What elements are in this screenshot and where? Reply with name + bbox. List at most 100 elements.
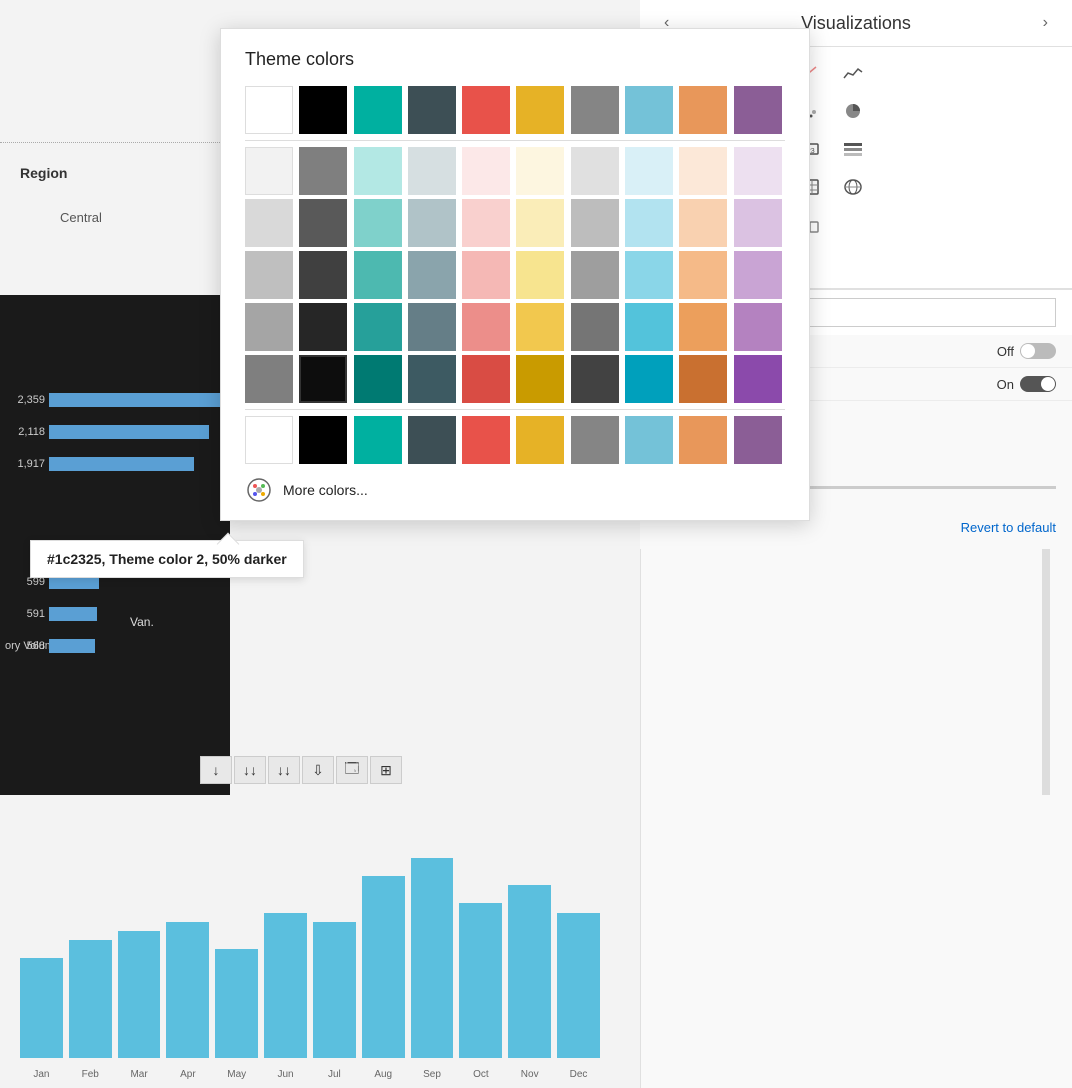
more-colors-row[interactable]: More colors... — [245, 476, 785, 504]
color-swatch[interactable] — [734, 199, 782, 247]
std-color-swatch[interactable] — [571, 416, 619, 464]
toggle-track-on[interactable] — [1020, 376, 1056, 392]
color-swatch[interactable] — [245, 303, 293, 351]
color-swatch[interactable] — [679, 86, 727, 134]
color-swatch[interactable] — [299, 147, 347, 195]
color-swatch[interactable] — [734, 86, 782, 134]
color-swatch[interactable] — [462, 147, 510, 195]
color-swatch[interactable] — [354, 355, 402, 403]
color-swatch[interactable] — [408, 355, 456, 403]
color-swatch[interactable] — [516, 303, 564, 351]
toolbar-btn-1[interactable]: ↓ — [200, 756, 232, 784]
color-swatch[interactable] — [679, 303, 727, 351]
color-swatch[interactable] — [299, 355, 347, 403]
color-swatch[interactable] — [245, 251, 293, 299]
color-swatch[interactable] — [299, 251, 347, 299]
toggle-on[interactable]: On — [997, 376, 1056, 392]
color-swatch[interactable] — [734, 303, 782, 351]
std-color-swatch[interactable] — [245, 416, 293, 464]
theme-tint-row — [245, 303, 785, 351]
toolbar-btn-2[interactable]: ↓↓ — [234, 756, 266, 784]
color-swatch[interactable] — [245, 355, 293, 403]
color-swatch[interactable] — [462, 251, 510, 299]
bar-2 — [49, 425, 209, 439]
color-swatch[interactable] — [571, 251, 619, 299]
std-color-swatch[interactable] — [625, 416, 673, 464]
chart-icon-pie[interactable] — [832, 93, 874, 129]
toolbar-btn-4[interactable]: ⇩ — [302, 756, 334, 784]
bottom-bar-10 — [508, 885, 551, 1058]
color-swatch[interactable] — [679, 199, 727, 247]
color-swatch[interactable] — [516, 147, 564, 195]
color-swatch[interactable] — [462, 199, 510, 247]
color-swatch[interactable] — [354, 199, 402, 247]
color-swatch[interactable] — [354, 303, 402, 351]
std-color-swatch[interactable] — [299, 416, 347, 464]
color-swatch[interactable] — [462, 86, 510, 134]
theme-tint-rows — [245, 147, 785, 403]
color-swatch[interactable] — [354, 86, 402, 134]
color-swatch[interactable] — [679, 251, 727, 299]
month-label-3: Apr — [166, 1069, 209, 1080]
bottom-chart — [0, 808, 620, 1088]
color-swatch[interactable] — [299, 86, 347, 134]
std-color-swatch[interactable] — [354, 416, 402, 464]
toolbar-btn-6[interactable]: ⊞ — [370, 756, 402, 784]
color-swatch[interactable] — [571, 86, 619, 134]
chart-title: Van. — [130, 615, 154, 629]
color-swatch[interactable] — [245, 199, 293, 247]
std-color-swatch[interactable] — [462, 416, 510, 464]
theme-colors-row1 — [245, 86, 785, 134]
color-swatch[interactable] — [299, 199, 347, 247]
revert-link[interactable]: Revert to default — [961, 520, 1056, 535]
toggle-off[interactable]: Off — [997, 343, 1056, 359]
color-swatch[interactable] — [679, 147, 727, 195]
chart-icon-multirow-card[interactable] — [832, 131, 874, 167]
toolbar-btn-5[interactable]: 🗔 — [336, 756, 368, 784]
color-swatch[interactable] — [625, 147, 673, 195]
color-swatch[interactable] — [571, 303, 619, 351]
color-swatch[interactable] — [462, 303, 510, 351]
color-swatch[interactable] — [571, 355, 619, 403]
color-swatch[interactable] — [679, 355, 727, 403]
toolbar-btn-3[interactable]: ↓↓ — [268, 756, 300, 784]
bottom-chart-container: JanFebMarAprMayJunJulAugSepOctNovDec — [0, 808, 620, 1088]
color-swatch[interactable] — [299, 303, 347, 351]
color-swatch[interactable] — [408, 303, 456, 351]
color-swatch[interactable] — [462, 355, 510, 403]
std-color-swatch[interactable] — [734, 416, 782, 464]
color-swatch[interactable] — [516, 86, 564, 134]
color-swatch[interactable] — [571, 147, 619, 195]
chart-icon-line[interactable] — [832, 55, 874, 91]
color-swatch[interactable] — [625, 199, 673, 247]
color-swatch[interactable] — [245, 86, 293, 134]
color-swatch[interactable] — [408, 147, 456, 195]
color-swatch[interactable] — [408, 251, 456, 299]
toggle-track-off[interactable] — [1020, 343, 1056, 359]
color-swatch[interactable] — [408, 199, 456, 247]
color-swatch[interactable] — [516, 251, 564, 299]
chart-icon-map-filled[interactable] — [832, 169, 874, 205]
color-swatch[interactable] — [516, 355, 564, 403]
color-swatch[interactable] — [408, 86, 456, 134]
color-swatch[interactable] — [625, 251, 673, 299]
color-swatch[interactable] — [571, 199, 619, 247]
theme-tint-row — [245, 199, 785, 247]
color-swatch[interactable] — [734, 147, 782, 195]
color-swatch[interactable] — [516, 199, 564, 247]
std-color-swatch[interactable] — [408, 416, 456, 464]
color-swatch[interactable] — [245, 147, 293, 195]
bar-5 — [49, 607, 97, 621]
color-swatch[interactable] — [734, 251, 782, 299]
bottom-bar-7 — [362, 876, 405, 1058]
color-swatch[interactable] — [625, 86, 673, 134]
month-label-6: Jul — [313, 1069, 356, 1080]
viz-nav-next[interactable]: › — [1035, 10, 1056, 36]
color-swatch[interactable] — [625, 303, 673, 351]
color-swatch[interactable] — [354, 147, 402, 195]
color-swatch[interactable] — [625, 355, 673, 403]
color-swatch[interactable] — [734, 355, 782, 403]
std-color-swatch[interactable] — [679, 416, 727, 464]
std-color-swatch[interactable] — [516, 416, 564, 464]
color-swatch[interactable] — [354, 251, 402, 299]
